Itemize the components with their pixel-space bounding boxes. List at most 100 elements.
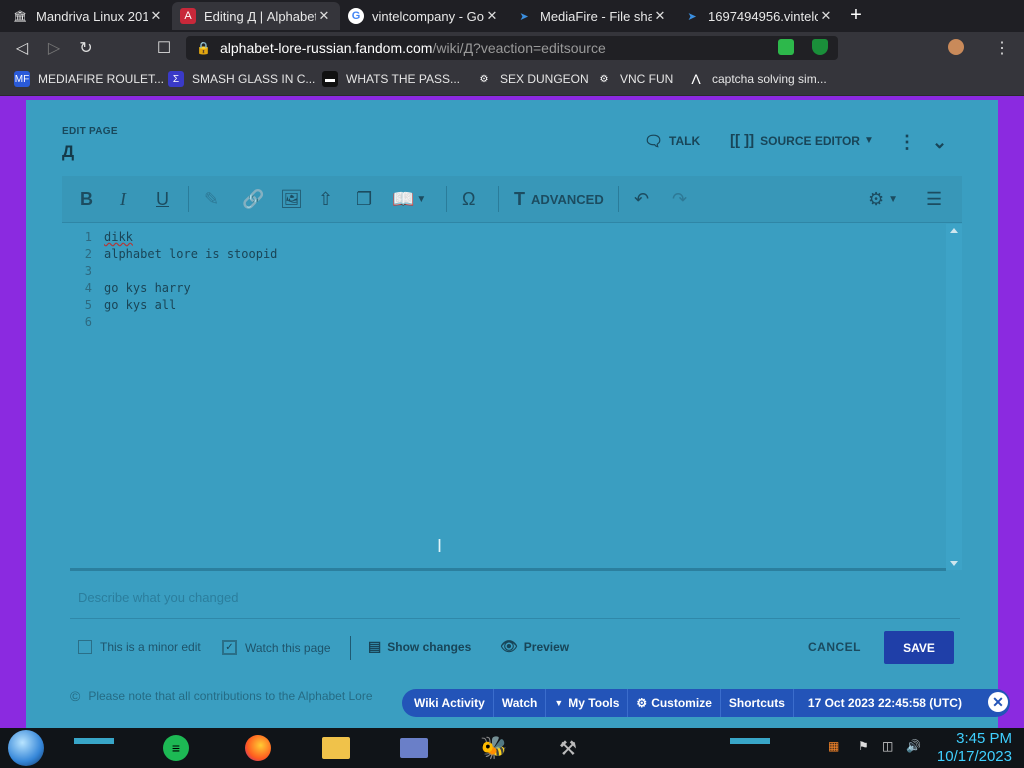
taskbar-window[interactable] bbox=[396, 732, 432, 764]
my-tools-label: My Tools bbox=[568, 696, 620, 710]
taskbar-bee[interactable]: 🐝 bbox=[476, 732, 512, 764]
talk-button[interactable]: 🗨 TALK bbox=[644, 132, 700, 150]
address-bar[interactable]: 🔒 alphabet-lore-russian.fandom.com /wiki… bbox=[186, 36, 838, 60]
scroll-up-icon[interactable] bbox=[950, 228, 958, 233]
gallery-icon[interactable]: ❐ bbox=[356, 188, 372, 210]
underline-icon[interactable]: U bbox=[156, 188, 169, 210]
mediafire-icon: ➤ bbox=[687, 10, 697, 23]
minor-edit-label: This is a minor edit bbox=[100, 640, 201, 654]
collapse-chevron-icon[interactable]: ⌄ bbox=[932, 132, 947, 153]
tab-google[interactable]: G vintelcompany - Goo ✕ bbox=[340, 2, 508, 30]
preview-button[interactable]: 👁 Preview bbox=[500, 638, 569, 655]
bookmark-smash-glass[interactable]: Σ SMASH GLASS IN C... bbox=[168, 71, 315, 87]
bookmark-label: VNC FUN bbox=[620, 72, 674, 86]
volume-icon[interactable]: 🔊 bbox=[906, 739, 921, 753]
shield-icon[interactable] bbox=[812, 39, 828, 55]
close-icon[interactable]: ✕ bbox=[316, 8, 332, 24]
fandom-icon: A bbox=[180, 8, 196, 24]
my-tools-dropdown[interactable]: ▼ My Tools bbox=[546, 696, 627, 710]
new-tab-button[interactable]: + bbox=[846, 5, 866, 26]
image-icon[interactable]: 🖼 bbox=[280, 188, 303, 210]
taskbar-spotify[interactable]: ≡ bbox=[158, 732, 194, 764]
avatar[interactable] bbox=[948, 39, 964, 55]
checkbox-box[interactable] bbox=[78, 640, 92, 654]
italic-icon[interactable]: I bbox=[120, 188, 126, 210]
flag-icon[interactable]: ⚑ bbox=[858, 739, 869, 753]
bookmark-captcha[interactable]: Λ captcha solving sim... bbox=[688, 71, 826, 87]
tab-vintelco[interactable]: ➤ 1697494956.vintelco ✕ bbox=[676, 2, 842, 30]
tab-mediafire[interactable]: ➤ MediaFire - File shari ✕ bbox=[508, 2, 676, 30]
tool-icon: ⚒ bbox=[559, 737, 577, 760]
customize-link[interactable]: ⚙ Customize bbox=[628, 696, 719, 710]
gear-icon: ⚙ bbox=[636, 696, 648, 710]
menu-icon[interactable]: ⋮ bbox=[992, 38, 1012, 58]
bookmark-label: WHATS THE PASS... bbox=[346, 72, 461, 86]
tray-app-icon[interactable]: ▦ bbox=[828, 739, 839, 753]
watch-page-checkbox[interactable]: ✓ Watch this page bbox=[222, 640, 331, 655]
back-icon[interactable]: ◁ bbox=[12, 38, 32, 58]
close-icon[interactable]: ✕ bbox=[988, 692, 1008, 712]
signature-icon[interactable]: ✎ bbox=[204, 188, 219, 210]
minor-edit-checkbox[interactable]: This is a minor edit bbox=[78, 640, 201, 654]
resize-handle[interactable] bbox=[70, 568, 946, 571]
extension-icon[interactable] bbox=[778, 39, 794, 55]
line-number: 6 bbox=[84, 315, 92, 329]
undo-icon[interactable]: ↶ bbox=[634, 188, 649, 210]
link-icon[interactable]: 🔗 bbox=[242, 188, 264, 210]
close-icon[interactable]: ✕ bbox=[818, 8, 834, 24]
start-button[interactable] bbox=[8, 730, 44, 766]
text-cursor-icon: I bbox=[437, 536, 443, 556]
close-icon[interactable]: ✕ bbox=[652, 8, 668, 24]
url-host: alphabet-lore-russian.fandom.com bbox=[220, 40, 433, 56]
source-editor-dropdown[interactable]: [[ ]] SOURCE EDITOR ▼ bbox=[730, 132, 874, 149]
bookmark-icon[interactable]: ☐ bbox=[154, 38, 174, 58]
scroll-down-icon[interactable] bbox=[950, 561, 958, 566]
taskbar-decoration bbox=[730, 738, 770, 744]
tab-mandriva[interactable]: 🏛 Mandriva Linux 2011 ✕ bbox=[4, 2, 172, 30]
edit-summary-input[interactable]: Describe what you changed bbox=[78, 590, 948, 616]
edit-page-label: EDIT PAGE bbox=[62, 126, 118, 137]
bookmark-whats-the-pass[interactable]: ▬ WHATS THE PASS... bbox=[322, 71, 460, 87]
checkmark-icon[interactable]: ✓ bbox=[222, 640, 237, 655]
advanced-button[interactable]: T ADVANCED bbox=[514, 188, 604, 210]
bookmark-vnc-fun[interactable]: ⚙ VNC FUN bbox=[596, 71, 674, 87]
bookmark-label: MEDIAFIRE ROULET... bbox=[38, 72, 165, 86]
forward-icon[interactable]: ▷ bbox=[44, 38, 64, 58]
spotify-icon: ≡ bbox=[163, 735, 189, 761]
settings-dropdown-icon[interactable]: ⚙ ▼ bbox=[868, 188, 898, 210]
reload-icon[interactable]: ↻ bbox=[76, 38, 96, 58]
network-icon[interactable]: ◫ bbox=[882, 739, 893, 753]
wiki-activity-link[interactable]: Wiki Activity bbox=[402, 696, 493, 710]
bookmark-mediafire-roulette[interactable]: MF MEDIAFIRE ROULET... bbox=[14, 71, 164, 87]
textarea-scrollbar[interactable] bbox=[946, 224, 962, 570]
sigma-icon: Σ bbox=[168, 71, 184, 87]
system-clock[interactable]: 3:45 PM 10/17/2023 bbox=[937, 730, 1012, 766]
tab-title: vintelcompany - Goo bbox=[372, 8, 484, 24]
tab-editing[interactable]: A Editing Д | Alphabet ✕ bbox=[172, 2, 340, 30]
show-changes-button[interactable]: ▤ Show changes bbox=[368, 638, 471, 655]
line-number: 1 bbox=[84, 230, 92, 244]
shortcuts-link[interactable]: Shortcuts bbox=[721, 696, 793, 710]
taskbar-explorer[interactable] bbox=[318, 732, 354, 764]
upload-icon[interactable]: ⇧ bbox=[318, 188, 333, 210]
watch-link[interactable]: Watch bbox=[494, 696, 546, 710]
close-icon[interactable]: ✕ bbox=[148, 8, 164, 24]
close-icon[interactable]: ✕ bbox=[484, 8, 500, 24]
cancel-button[interactable]: CANCEL bbox=[808, 640, 861, 654]
save-button[interactable]: SAVE bbox=[884, 631, 954, 664]
bookmark-sex-dungeon[interactable]: ⚙ SEX DUNGEON bbox=[476, 71, 589, 87]
bold-icon[interactable]: B bbox=[80, 188, 93, 210]
more-options-icon[interactable]: ⋮ bbox=[898, 132, 916, 153]
line-text: dikk bbox=[104, 230, 133, 244]
line-number: 5 bbox=[84, 298, 92, 312]
hamburger-menu-icon[interactable]: ☰ bbox=[926, 188, 942, 210]
taskbar-tool[interactable]: ⚒ bbox=[550, 732, 586, 764]
gear-icon: ⚙ bbox=[599, 73, 609, 85]
book-dropdown-icon[interactable]: 📖 ▼ bbox=[392, 188, 426, 210]
tab-title: 1697494956.vintelco bbox=[708, 8, 818, 24]
taskbar-firefox[interactable] bbox=[240, 732, 276, 764]
redo-icon[interactable]: ↷ bbox=[672, 188, 687, 210]
preview-label: Preview bbox=[523, 639, 570, 654]
source-textarea[interactable] bbox=[62, 224, 962, 570]
omega-icon[interactable]: Ω bbox=[462, 188, 475, 210]
